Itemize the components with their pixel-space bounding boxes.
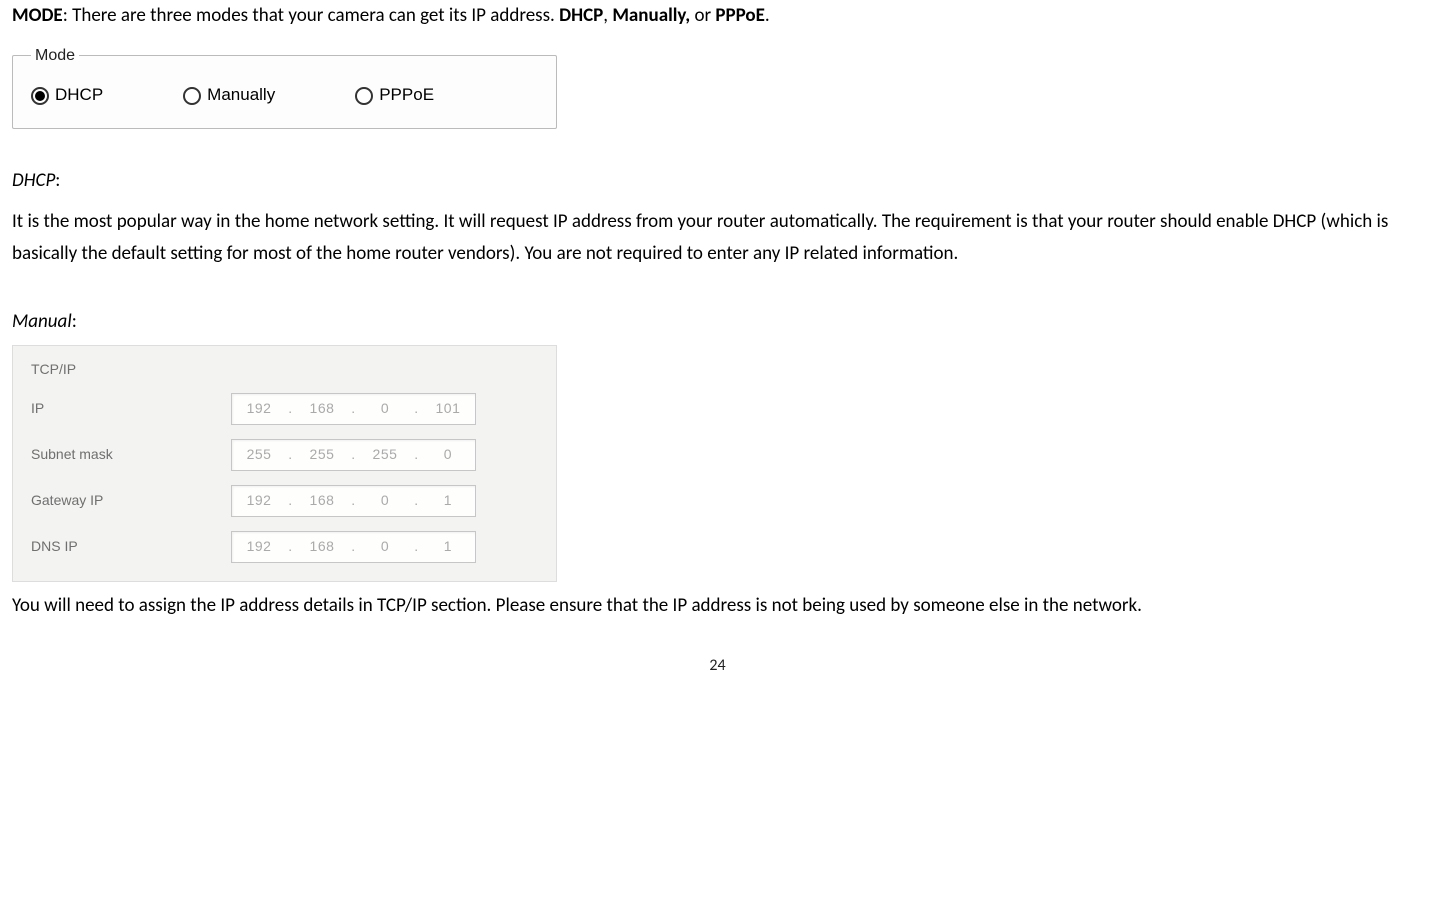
subnet-input[interactable]: 255. 255. 255. 0 xyxy=(231,439,476,471)
ip-dot: . xyxy=(414,489,418,513)
ip-seg: 255 xyxy=(301,443,343,467)
manual-heading: Manual: xyxy=(12,306,1423,338)
mode-radio-pppoe[interactable]: PPPoE xyxy=(355,81,434,110)
mode-radio-manually[interactable]: Manually xyxy=(183,81,275,110)
ip-seg: 0 xyxy=(364,489,406,513)
tcpip-panel: TCP/IP IP 192. 168. 0. 101 Subnet mask 2… xyxy=(12,345,557,582)
intro-bold-manually: Manually, xyxy=(612,4,690,27)
tcpip-row-subnet: Subnet mask 255. 255. 255. 0 xyxy=(31,439,538,471)
ip-seg: 1 xyxy=(427,489,469,513)
ip-seg: 255 xyxy=(364,443,406,467)
ip-seg: 192 xyxy=(238,397,280,421)
intro-bold-dhcp: DHCP xyxy=(559,4,603,27)
ip-seg: 101 xyxy=(427,397,469,421)
ip-seg: 168 xyxy=(301,489,343,513)
tcpip-row-ip: IP 192. 168. 0. 101 xyxy=(31,393,538,425)
ip-seg: 0 xyxy=(364,397,406,421)
dhcp-colon: : xyxy=(55,169,60,192)
tcpip-title: TCP/IP xyxy=(31,358,538,382)
dhcp-heading: DHCP: xyxy=(12,165,1423,197)
radio-icon xyxy=(355,87,373,105)
ip-dot: . xyxy=(414,535,418,559)
gateway-input[interactable]: 192. 168. 0. 1 xyxy=(231,485,476,517)
mode-fieldset: Mode DHCP Manually PPPoE xyxy=(12,42,557,129)
ip-seg: 255 xyxy=(238,443,280,467)
ip-dot: . xyxy=(414,443,418,467)
radio-label-manually: Manually xyxy=(207,81,275,110)
mode-label: MODE xyxy=(12,4,63,27)
ip-dot: . xyxy=(351,489,355,513)
intro-text-1: : There are three modes that your camera… xyxy=(63,4,559,27)
intro-paragraph: MODE: There are three modes that your ca… xyxy=(12,0,1423,32)
page-number: 24 xyxy=(12,652,1423,679)
tcpip-label-dns: DNS IP xyxy=(31,535,231,559)
ip-dot: . xyxy=(414,397,418,421)
radio-icon xyxy=(183,87,201,105)
dns-input[interactable]: 192. 168. 0. 1 xyxy=(231,531,476,563)
tcpip-label-ip: IP xyxy=(31,397,231,421)
intro-bold-pppoe: PPPoE xyxy=(715,4,765,27)
tcpip-label-subnet: Subnet mask xyxy=(31,443,231,467)
tcpip-row-gateway: Gateway IP 192. 168. 0. 1 xyxy=(31,485,538,517)
ip-dot: . xyxy=(351,443,355,467)
tcpip-label-gateway: Gateway IP xyxy=(31,489,231,513)
ip-dot: . xyxy=(351,535,355,559)
intro-sep-2: or xyxy=(690,4,715,27)
tcpip-row-dns: DNS IP 192. 168. 0. 1 xyxy=(31,531,538,563)
intro-end: . xyxy=(765,4,770,27)
ip-seg: 192 xyxy=(238,535,280,559)
ip-dot: . xyxy=(288,489,292,513)
radio-icon xyxy=(31,87,49,105)
intro-sep-1: , xyxy=(603,4,612,27)
radio-label-pppoe: PPPoE xyxy=(379,81,434,110)
post-tcpip-paragraph: You will need to assign the IP address d… xyxy=(12,590,1423,622)
mode-legend: Mode xyxy=(31,42,79,69)
ip-seg: 0 xyxy=(427,443,469,467)
ip-seg: 168 xyxy=(301,397,343,421)
ip-seg: 168 xyxy=(301,535,343,559)
ip-seg: 0 xyxy=(364,535,406,559)
ip-dot: . xyxy=(288,443,292,467)
ip-dot: . xyxy=(351,397,355,421)
ip-dot: . xyxy=(288,535,292,559)
mode-radio-row: DHCP Manually PPPoE xyxy=(31,79,538,110)
dhcp-body: It is the most popular way in the home n… xyxy=(12,206,1423,271)
ip-seg: 192 xyxy=(238,489,280,513)
dhcp-heading-text: DHCP xyxy=(12,169,55,192)
ip-seg: 1 xyxy=(427,535,469,559)
manual-colon: : xyxy=(72,310,77,333)
ip-dot: . xyxy=(288,397,292,421)
manual-heading-text: Manual xyxy=(12,310,72,333)
mode-radio-dhcp[interactable]: DHCP xyxy=(31,81,103,110)
radio-label-dhcp: DHCP xyxy=(55,81,103,110)
ip-input[interactable]: 192. 168. 0. 101 xyxy=(231,393,476,425)
